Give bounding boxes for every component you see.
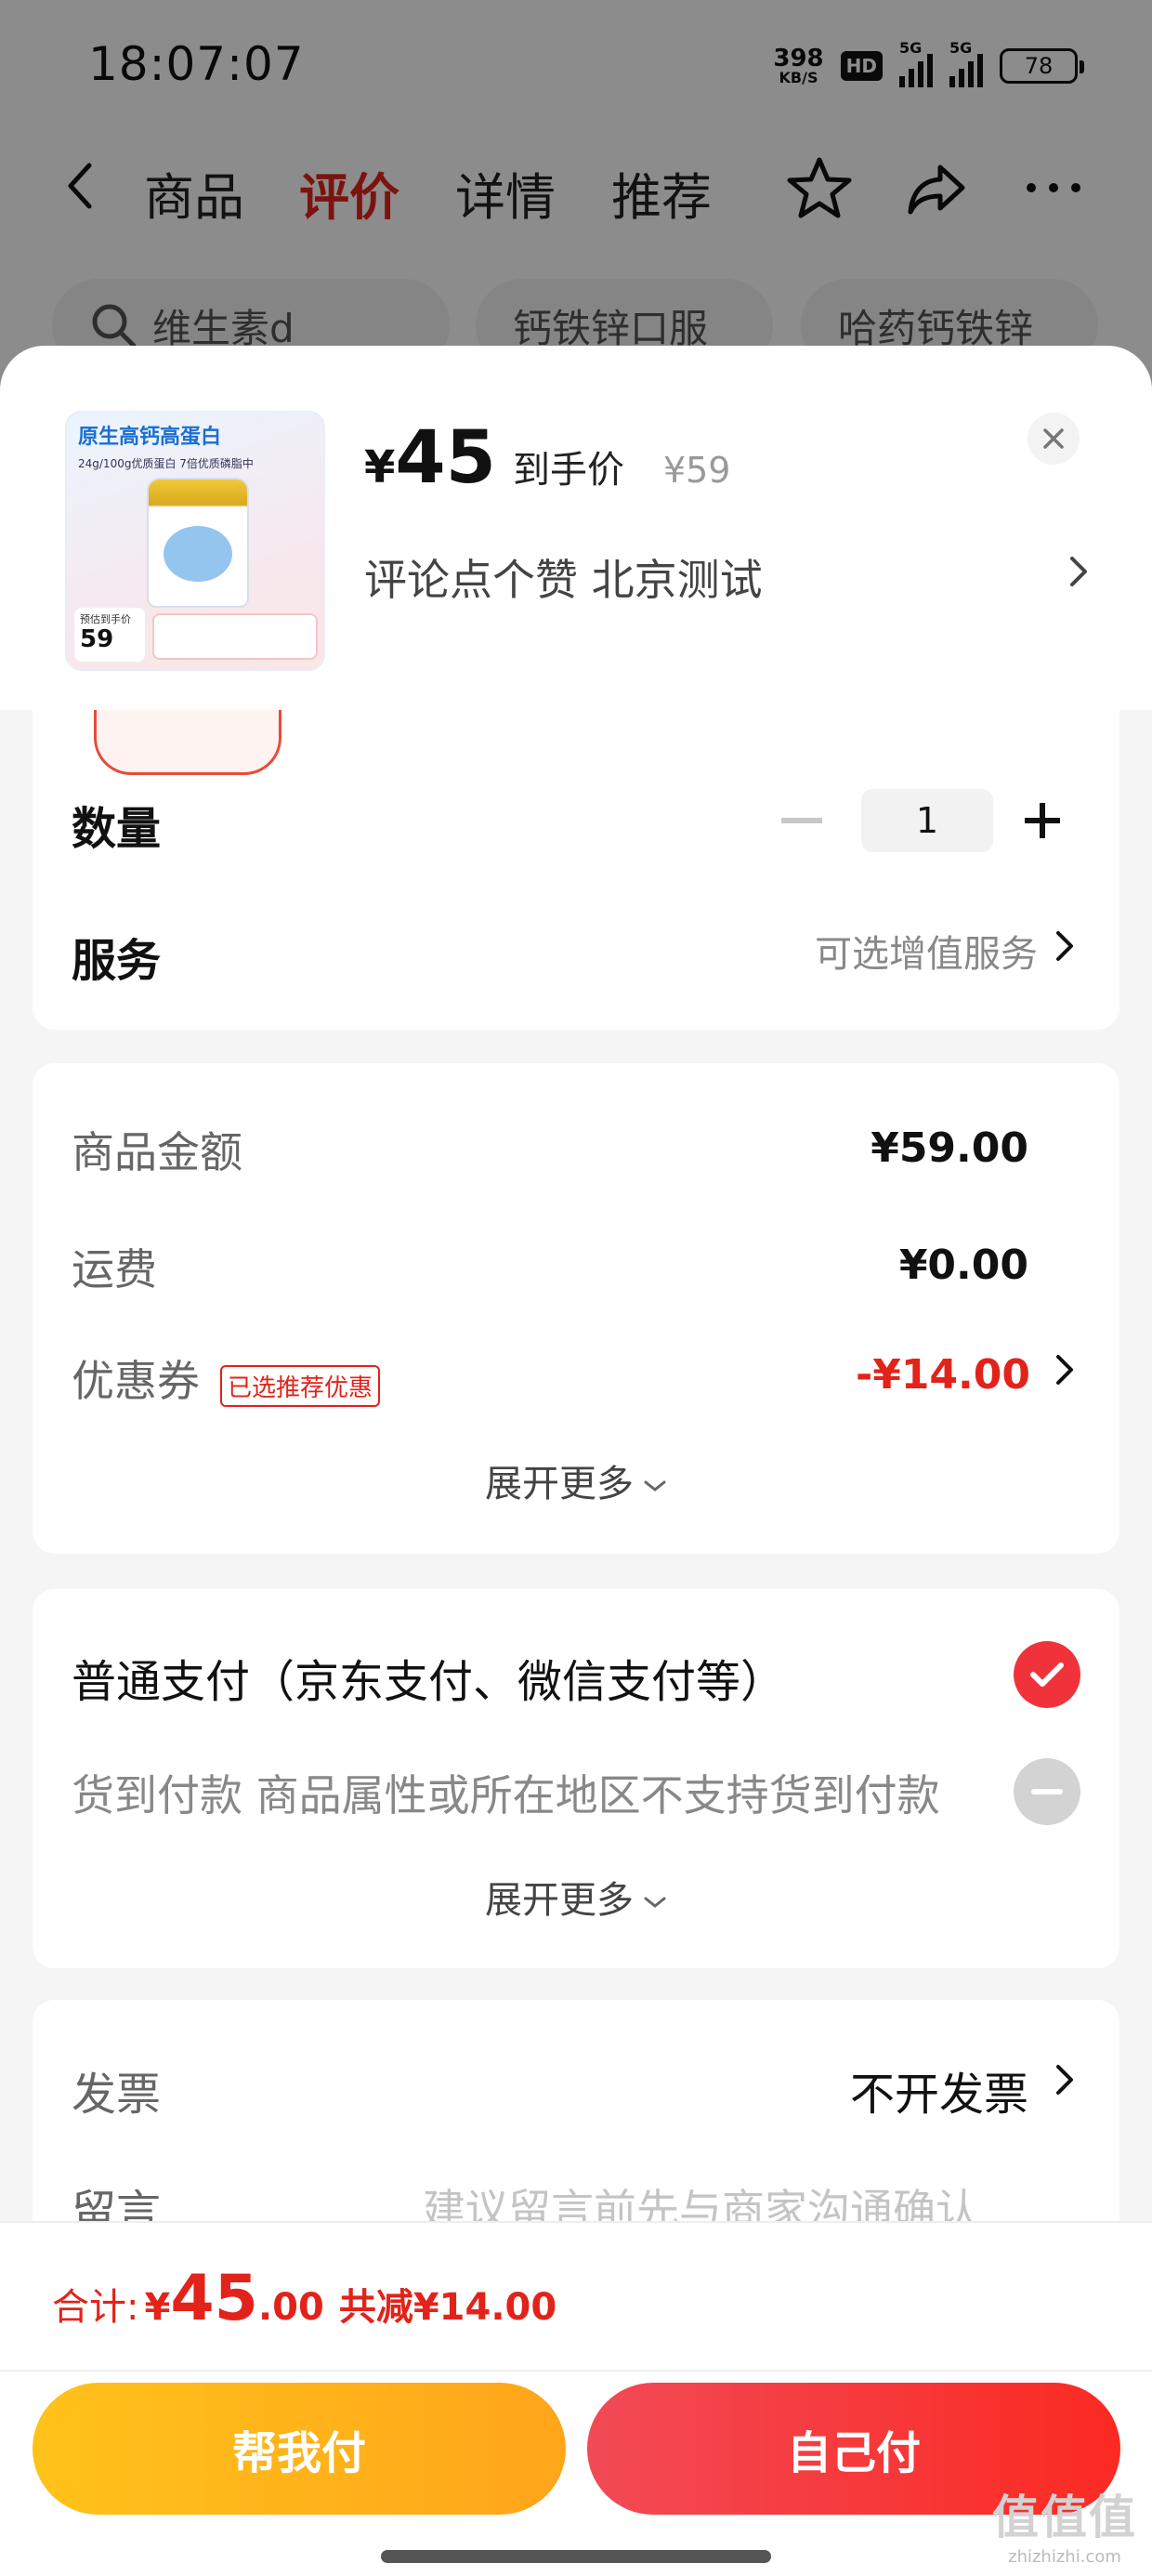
- coupon-label: 优惠券: [72, 1356, 200, 1406]
- quantity-value[interactable]: 1: [861, 789, 993, 852]
- product-image-price: 预估到手价 59: [74, 608, 145, 662]
- minus-icon[interactable]: [781, 818, 822, 823]
- price-value: 45: [395, 416, 496, 500]
- total-decimal: .00: [257, 2286, 324, 2329]
- watermark: 值值值 zhizhizhi.com: [992, 2480, 1137, 2567]
- order-total: 合计: ¥ 45 .00 共减¥14.00: [52, 2262, 556, 2335]
- disabled-radio-icon: [1014, 1758, 1080, 1825]
- product-image-price-label: 预估到手价: [80, 613, 131, 625]
- total-integer: 45: [170, 2262, 258, 2335]
- home-indicator[interactable]: [381, 2550, 771, 2563]
- cod-payment-label: 货到付款 商品属性或所在地区不支持货到付款: [72, 1770, 940, 1820]
- payment-method-card: 普通支付（京东支付、微信支付等） 货到付款 商品属性或所在地区不支持货到付款 展…: [33, 1589, 1119, 1968]
- total-label: 合计:: [52, 2286, 139, 2329]
- service-selector[interactable]: 可选增值服务: [815, 924, 1075, 978]
- invoice-value[interactable]: 不开发票: [850, 2057, 1028, 2123]
- checkout-bar: 合计: ¥ 45 .00 共减¥14.00 帮我付 自己付 值值值 zhizhi…: [0, 2221, 1152, 2576]
- expand-more-button[interactable]: 展开更多: [33, 1870, 1119, 1924]
- product-image[interactable]: 原生高钙高蛋白 24g/100g优质蛋白 7倍优质磷脂中 预估到手价 59: [65, 411, 325, 671]
- chevron-down-icon: [644, 1897, 666, 1908]
- milk-can-illustration: [147, 478, 249, 608]
- service-label: 服务: [72, 935, 162, 987]
- expand-more-label: 展开更多: [485, 1463, 634, 1505]
- quantity-service-card: 数量 1 服务 可选增值服务: [33, 662, 1119, 1030]
- expand-more-button[interactable]: 展开更多: [33, 1453, 1119, 1507]
- product-spec-text: 评论点个赞 北京测试: [364, 555, 763, 605]
- help-me-pay-button[interactable]: 帮我付: [33, 2383, 566, 2515]
- check-icon[interactable]: [1014, 1641, 1080, 1708]
- chevron-right-icon: [1054, 929, 1075, 972]
- invoice-label: 发票: [72, 2069, 162, 2121]
- promo-cards-illustration: [152, 613, 318, 660]
- goods-amount-value: ¥59.00: [871, 1124, 1028, 1172]
- normal-payment-label[interactable]: 普通支付（京东支付、微信支付等）: [72, 1645, 785, 1710]
- close-icon[interactable]: [1028, 413, 1080, 465]
- spec-option-chip[interactable]: [94, 710, 281, 775]
- shipping-value: ¥0.00: [898, 1242, 1028, 1289]
- price-symbol: ¥: [364, 441, 396, 493]
- product-header: 原生高钙高蛋白 24g/100g优质蛋白 7倍优质磷脂中 预估到手价 59 ¥ …: [0, 346, 1152, 710]
- chevron-down-icon: [644, 1480, 666, 1492]
- shipping-label: 运费: [72, 1244, 157, 1295]
- total-currency: ¥: [144, 2286, 171, 2329]
- chevron-right-icon[interactable]: [1054, 1353, 1075, 1390]
- divider: [0, 2370, 1152, 2372]
- original-price: ¥59: [662, 450, 731, 491]
- price-detail-card: 商品金额 ¥59.00 运费 ¥0.00 优惠券 已选推荐优惠 -¥14.00 展…: [33, 1063, 1119, 1554]
- service-value: 可选增值服务: [815, 933, 1038, 976]
- product-image-title: 原生高钙高蛋白: [78, 426, 222, 449]
- price-tag: 到手价: [512, 449, 624, 492]
- total-discount: 共减¥14.00: [338, 2286, 557, 2329]
- coupon-row[interactable]: 优惠券 已选推荐优惠: [72, 1347, 381, 1413]
- watermark-logo: 值值值: [992, 2491, 1137, 2544]
- goods-amount-label: 商品金额: [72, 1127, 242, 1177]
- coupon-badge: 已选推荐优惠: [220, 1365, 381, 1407]
- quantity-stepper: 1: [781, 788, 1075, 853]
- product-price: ¥ 45 到手价 ¥59: [364, 422, 730, 494]
- expand-more-label: 展开更多: [485, 1879, 634, 1922]
- coupon-value[interactable]: -¥14.00: [856, 1351, 1030, 1399]
- quantity-label: 数量: [72, 803, 162, 855]
- chevron-right-icon[interactable]: [1054, 2063, 1075, 2100]
- plus-icon[interactable]: [1010, 788, 1075, 853]
- product-spec-selector[interactable]: 评论点个赞 北京测试: [364, 546, 1089, 608]
- watermark-site: zhizhizhi.com: [1008, 2547, 1121, 2567]
- chevron-right-icon: [1068, 548, 1089, 598]
- product-image-price-value: 59: [80, 625, 114, 653]
- product-image-subtitle: 24g/100g优质蛋白 7倍优质磷脂中: [78, 457, 254, 470]
